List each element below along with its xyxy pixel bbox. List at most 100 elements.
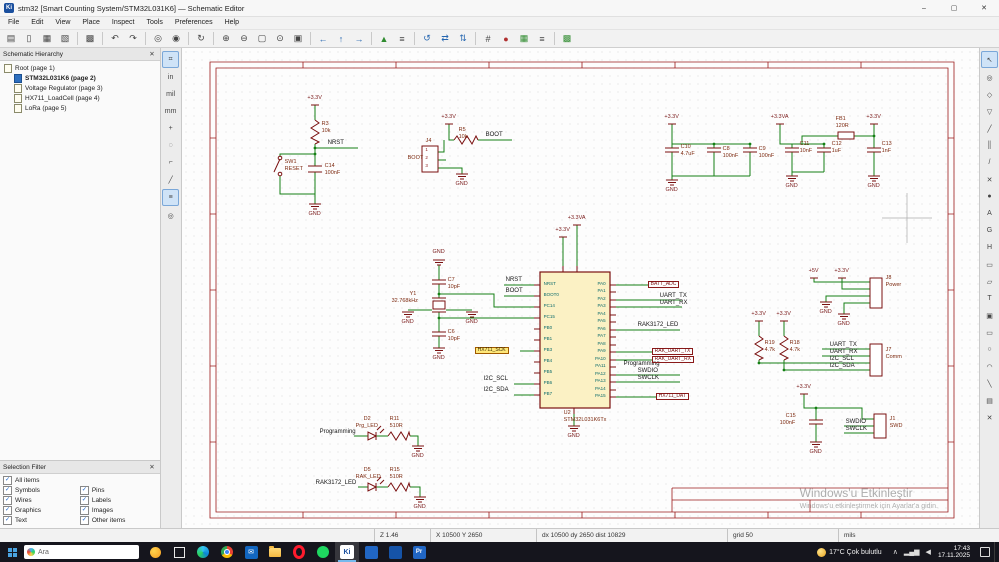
field-label[interactable]: R3 (322, 122, 329, 128)
hidden-pins-icon[interactable]: ◌ (163, 138, 178, 153)
show-desktop-button[interactable] (994, 542, 999, 562)
net-label[interactable]: UART_TX (660, 293, 687, 299)
highlight-net-icon[interactable]: ◎ (163, 208, 178, 223)
pin-number[interactable]: 1 (425, 148, 428, 153)
zoom-selection-icon[interactable]: ▣ (290, 30, 307, 47)
field-label[interactable]: C10 (681, 145, 691, 151)
hierarchy-item[interactable]: STM32L031K6 (page 2) (0, 73, 160, 83)
filter-text[interactable]: ✓Text (3, 516, 80, 524)
gnd-label[interactable]: GND (838, 322, 850, 328)
leave-sheet-icon[interactable]: ▲ (376, 30, 393, 47)
start-button[interactable] (0, 542, 24, 562)
plot-icon[interactable]: ▧ (57, 30, 74, 47)
net-label[interactable]: I2C_SCL (830, 356, 854, 362)
power-label[interactable]: +3.3V (866, 115, 881, 121)
assign-footprints-icon[interactable]: ▦ (516, 30, 533, 47)
field-label[interactable]: J1 (890, 417, 896, 423)
power-label[interactable]: +3.3V (796, 385, 811, 391)
gnd-label[interactable]: GND (412, 454, 424, 460)
net-label[interactable]: BOOT (486, 132, 503, 138)
field-label[interactable]: 10pF (448, 285, 461, 291)
add-image-icon[interactable]: ▤ (982, 393, 997, 408)
minimize-button[interactable]: – (909, 0, 939, 16)
power-label[interactable]: +3.3V (307, 96, 322, 102)
power-label[interactable]: +3.3V (441, 115, 456, 121)
field-label[interactable]: R18 (790, 341, 800, 347)
network-icon[interactable]: ▂▄▆ (904, 548, 920, 556)
free-angle-wires-icon[interactable]: ╱ (163, 172, 178, 187)
field-label[interactable]: RESET (285, 167, 303, 173)
add-wire-icon[interactable]: ╱ (982, 121, 997, 136)
save-icon[interactable]: ▤ (3, 30, 20, 47)
field-label[interactable]: 100nF (723, 154, 739, 160)
net-label[interactable]: UART_RX (830, 349, 858, 355)
notification-center-button[interactable] (976, 542, 994, 562)
add-arc-icon[interactable]: ◠ (982, 359, 997, 374)
add-circle-icon[interactable]: ○ (982, 342, 997, 357)
field-label[interactable]: 100nF (325, 171, 341, 177)
kicad-icon[interactable]: Ki (335, 542, 359, 562)
field-label[interactable]: 10k (459, 135, 468, 141)
checkbox-icon[interactable]: ✓ (3, 506, 12, 515)
gnd-label[interactable]: GND (820, 310, 832, 316)
erc-icon[interactable]: ● (498, 30, 515, 47)
undo-icon[interactable]: ↶ (107, 30, 124, 47)
proteus-icon[interactable]: Pr (407, 542, 431, 562)
rotate-icon[interactable]: ↺ (419, 30, 436, 47)
task-view-icon[interactable] (167, 542, 191, 562)
field-label[interactable]: R11 (390, 417, 400, 423)
field-label[interactable]: 10nF (800, 149, 813, 155)
checkbox-icon[interactable]: ✓ (3, 496, 12, 505)
net-label[interactable]: RAK3172_LED (316, 480, 357, 486)
add-sheet-icon[interactable]: ▭ (982, 257, 997, 272)
maximize-button[interactable]: ▢ (939, 0, 969, 16)
gnd-label[interactable]: GND (402, 320, 414, 326)
gnd-label[interactable]: GND (666, 188, 678, 194)
close-icon[interactable]: ✕ (147, 463, 156, 471)
field-label[interactable]: U2 (564, 411, 571, 417)
gnd-label[interactable]: GND (868, 184, 880, 190)
checkbox-icon[interactable]: ✓ (80, 486, 89, 495)
field-label[interactable]: C9 (759, 147, 766, 153)
net-label[interactable]: UART_RX (660, 300, 688, 306)
field-label[interactable]: Power (886, 283, 902, 289)
add-textbox-icon[interactable]: ▣ (982, 308, 997, 323)
app-blue-1-icon[interactable] (359, 542, 383, 562)
field-label[interactable]: RAK_LED (356, 475, 381, 481)
menu-view[interactable]: View (49, 19, 76, 26)
filter-labels[interactable]: ✓Labels (80, 496, 157, 504)
hierarchy-navigator-icon[interactable]: ≡ (394, 30, 411, 47)
field-label[interactable]: C13 (882, 142, 892, 148)
nav-up-icon[interactable]: ↑ (333, 30, 350, 47)
field-label[interactable]: STM32L031K6Tx (564, 418, 607, 424)
schematic-canvas[interactable]: +3.3V+3.3V+3.3V+3.3VA+3.3V+3.3VA+3.3V+5V… (182, 48, 979, 528)
field-label[interactable]: C7 (448, 278, 455, 284)
filter-other-items[interactable]: ✓Other items (80, 516, 157, 524)
filter-all-items[interactable]: ✓All items (3, 476, 80, 484)
zoom-in-icon[interactable]: ⊕ (218, 30, 235, 47)
net-label[interactable]: I2C_SCL (484, 376, 508, 382)
grid-toggle-icon[interactable]: ⌗ (162, 51, 179, 68)
checkbox-icon[interactable]: ✓ (80, 506, 89, 515)
gnd-label[interactable]: GND (456, 182, 468, 188)
field-label[interactable]: 510R (390, 424, 403, 430)
field-label[interactable]: J8 (886, 276, 892, 282)
field-label[interactable]: Prg_LED (356, 424, 378, 430)
gnd-label[interactable]: GND (309, 212, 321, 218)
filter-pins[interactable]: ✓Pins (80, 486, 157, 494)
filter-symbols[interactable]: ✓Symbols (3, 486, 80, 494)
field-label[interactable]: C12 (832, 142, 842, 148)
net-label[interactable]: NRST (506, 277, 522, 283)
menu-inspect[interactable]: Inspect (106, 19, 141, 26)
filter-images[interactable]: ✓Images (80, 506, 157, 514)
gnd-label[interactable]: GND (810, 450, 822, 456)
gnd-label[interactable]: GND (568, 434, 580, 440)
hierarchy-item[interactable]: Root (page 1) (0, 63, 160, 73)
add-global-label-icon[interactable]: G (982, 223, 997, 238)
volume-icon[interactable]: ◀ (926, 548, 931, 556)
field-label[interactable]: J4 (426, 139, 432, 145)
cursor-shape-icon[interactable]: + (163, 121, 178, 136)
add-text-icon[interactable]: T (982, 291, 997, 306)
field-label[interactable]: R19 (765, 341, 775, 347)
gnd-label[interactable]: GND (786, 184, 798, 190)
